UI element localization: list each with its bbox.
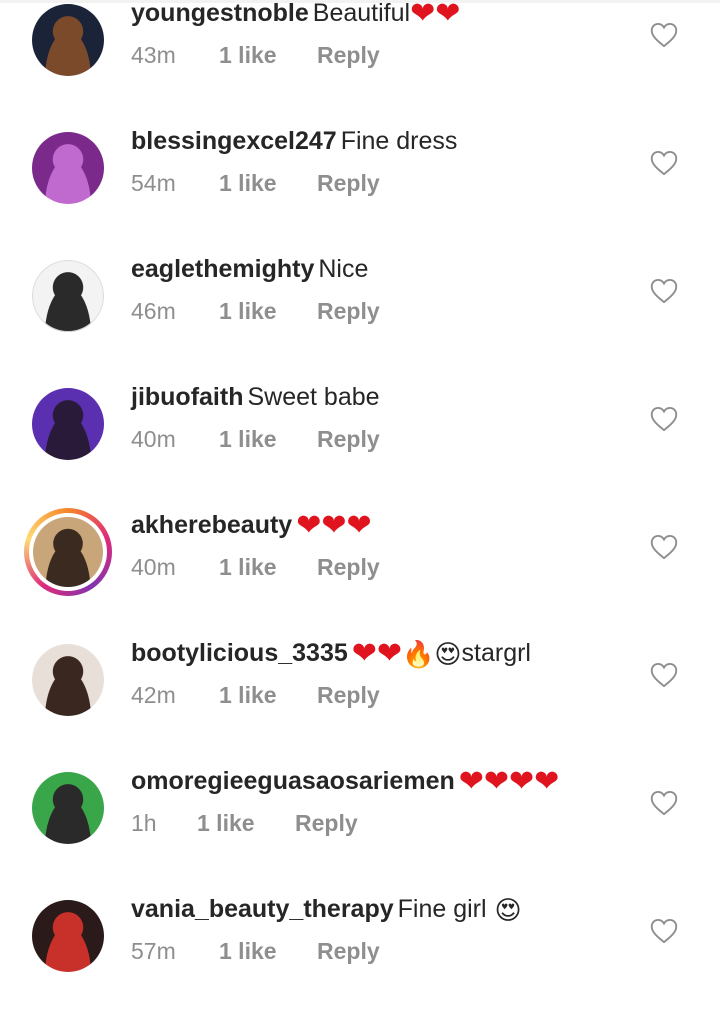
comment-username[interactable]: bootylicious_3335	[131, 639, 348, 667]
red-heart-emoji: ❤	[458, 765, 484, 798]
comment-likes-link[interactable]: 1 like	[197, 810, 295, 837]
avatar[interactable]	[32, 772, 104, 844]
comment-line: vania_beauty_therapy Fine girl 😍	[131, 892, 631, 927]
comment-likes-link[interactable]: 1 like	[219, 938, 317, 965]
comment-list: youngestnoble Beautiful❤❤ 43m 1 like Reply …	[0, 0, 720, 1016]
red-heart-emoji: ❤	[509, 765, 535, 798]
red-heart-emoji: ❤	[376, 637, 403, 670]
comment-item: omoregieeguasaosariemen ❤❤❤❤ 1h 1 like Repl…	[0, 760, 720, 888]
comment-meta: 54m 1 like Reply	[131, 170, 380, 197]
reply-button[interactable]: Reply	[317, 42, 380, 69]
comment-meta: 57m 1 like Reply	[131, 938, 380, 965]
avatar[interactable]	[32, 260, 104, 332]
comment-line: eaglethemighty Nice	[131, 252, 631, 286]
comment-time: 46m	[131, 298, 176, 324]
red-heart-emoji: ❤	[534, 765, 560, 798]
comment-item: blessingexcel247 Fine dress 54m 1 like Repl…	[0, 120, 720, 248]
comment-likes-link[interactable]: 1 like	[219, 42, 317, 69]
heart-outline-icon[interactable]	[650, 406, 678, 432]
comment-likes-link[interactable]: 1 like	[219, 426, 317, 453]
comment-likes-link[interactable]: 1 like	[219, 682, 317, 709]
comment-line: bootylicious_3335 ❤❤🔥😍stargrl	[131, 636, 631, 671]
comment-text: Fine girl	[397, 895, 487, 923]
comment-username[interactable]: youngestnoble	[131, 0, 309, 27]
comment-username[interactable]: blessingexcel247	[131, 127, 337, 155]
avatar[interactable]	[32, 644, 104, 716]
red-heart-emoji: ❤	[351, 637, 377, 670]
comment-time: 57m	[131, 938, 176, 964]
comment-text: Fine dress	[340, 127, 458, 155]
comment-line: omoregieeguasaosariemen ❤❤❤❤	[131, 764, 631, 798]
avatar-story-ring[interactable]	[24, 508, 112, 596]
comment-username[interactable]: akherebeauty	[131, 511, 292, 539]
comment-item: youngestnoble Beautiful❤❤ 43m 1 like Reply	[0, 0, 720, 120]
comment-time: 40m	[131, 554, 176, 580]
avatar[interactable]	[32, 4, 104, 76]
comment-line: youngestnoble Beautiful❤❤	[131, 0, 631, 30]
comment-meta: 43m 1 like Reply	[131, 42, 380, 69]
heart-eyes-emoji: 😍	[494, 895, 522, 925]
heart-eyes-emoji: 😍	[434, 639, 462, 669]
heart-outline-icon[interactable]	[650, 534, 678, 560]
avatar[interactable]	[32, 388, 104, 460]
comment-time: 40m	[131, 426, 176, 452]
comment-likes-link[interactable]: 1 like	[219, 170, 317, 197]
comment-line: akherebeauty ❤❤❤	[131, 508, 631, 542]
comment-item: jibuofaith Sweet babe 40m 1 like Reply	[0, 376, 720, 504]
comment-emojis: ❤❤🔥😍stargrl	[351, 637, 531, 670]
reply-button[interactable]: Reply	[317, 298, 380, 325]
comment-line: blessingexcel247 Fine dress	[131, 124, 631, 158]
reply-button[interactable]: Reply	[317, 938, 380, 965]
heart-outline-icon[interactable]	[650, 918, 678, 944]
comment-item: vania_beauty_therapy Fine girl 😍 57m 1 like…	[0, 888, 720, 1016]
comment-time: 43m	[131, 42, 176, 68]
comment-item: bootylicious_3335 ❤❤🔥😍stargrl 42m 1 like Re…	[0, 632, 720, 760]
red-heart-emoji: ❤	[410, 0, 436, 30]
heart-outline-icon[interactable]	[650, 790, 678, 816]
red-heart-emoji: ❤	[435, 0, 461, 30]
comment-username[interactable]: omoregieeguasaosariemen	[131, 767, 455, 795]
comment-item: eaglethemighty Nice 46m 1 like Reply	[0, 248, 720, 376]
comment-text-tail: stargrl	[461, 639, 531, 667]
comment-text: Sweet babe	[247, 383, 380, 411]
avatar[interactable]	[32, 132, 104, 204]
reply-button[interactable]: Reply	[317, 554, 380, 581]
comment-time: 1h	[131, 810, 157, 836]
fire-emoji: 🔥	[402, 639, 435, 669]
comment-meta: 40m 1 like Reply	[131, 554, 380, 581]
red-heart-emoji: ❤	[296, 509, 322, 542]
reply-button[interactable]: Reply	[317, 682, 380, 709]
comment-likes-link[interactable]: 1 like	[219, 554, 317, 581]
comment-username[interactable]: vania_beauty_therapy	[131, 895, 394, 923]
comment-line: jibuofaith Sweet babe	[131, 380, 631, 414]
comment-text: Nice	[318, 255, 369, 283]
comment-emojis: 😍	[494, 895, 522, 925]
red-heart-emoji: ❤	[483, 765, 510, 798]
red-heart-emoji: ❤	[346, 509, 372, 542]
reply-button[interactable]: Reply	[317, 170, 380, 197]
heart-outline-icon[interactable]	[650, 662, 678, 688]
comment-time: 54m	[131, 170, 176, 196]
comment-meta: 1h 1 like Reply	[131, 810, 358, 837]
comment-username[interactable]: eaglethemighty	[131, 255, 314, 283]
reply-button[interactable]: Reply	[317, 426, 380, 453]
comment-username[interactable]: jibuofaith	[131, 383, 243, 411]
comment-time: 42m	[131, 682, 176, 708]
comment-meta: 46m 1 like Reply	[131, 298, 380, 325]
comment-meta: 40m 1 like Reply	[131, 426, 380, 453]
comment-likes-link[interactable]: 1 like	[219, 298, 317, 325]
heart-outline-icon[interactable]	[650, 22, 678, 48]
reply-button[interactable]: Reply	[295, 810, 358, 837]
comment-emojis: ❤❤	[410, 0, 461, 30]
comment-text: Beautiful	[312, 0, 411, 27]
comment-emojis: ❤❤❤	[296, 509, 372, 542]
avatar[interactable]	[32, 900, 104, 972]
comment-item: akherebeauty ❤❤❤ 40m 1 like Reply	[0, 504, 720, 632]
heart-outline-icon[interactable]	[650, 278, 678, 304]
red-heart-emoji: ❤	[321, 509, 347, 542]
comment-meta: 42m 1 like Reply	[131, 682, 380, 709]
avatar	[33, 517, 103, 587]
heart-outline-icon[interactable]	[650, 150, 678, 176]
comment-emojis: ❤❤❤❤	[458, 765, 560, 798]
